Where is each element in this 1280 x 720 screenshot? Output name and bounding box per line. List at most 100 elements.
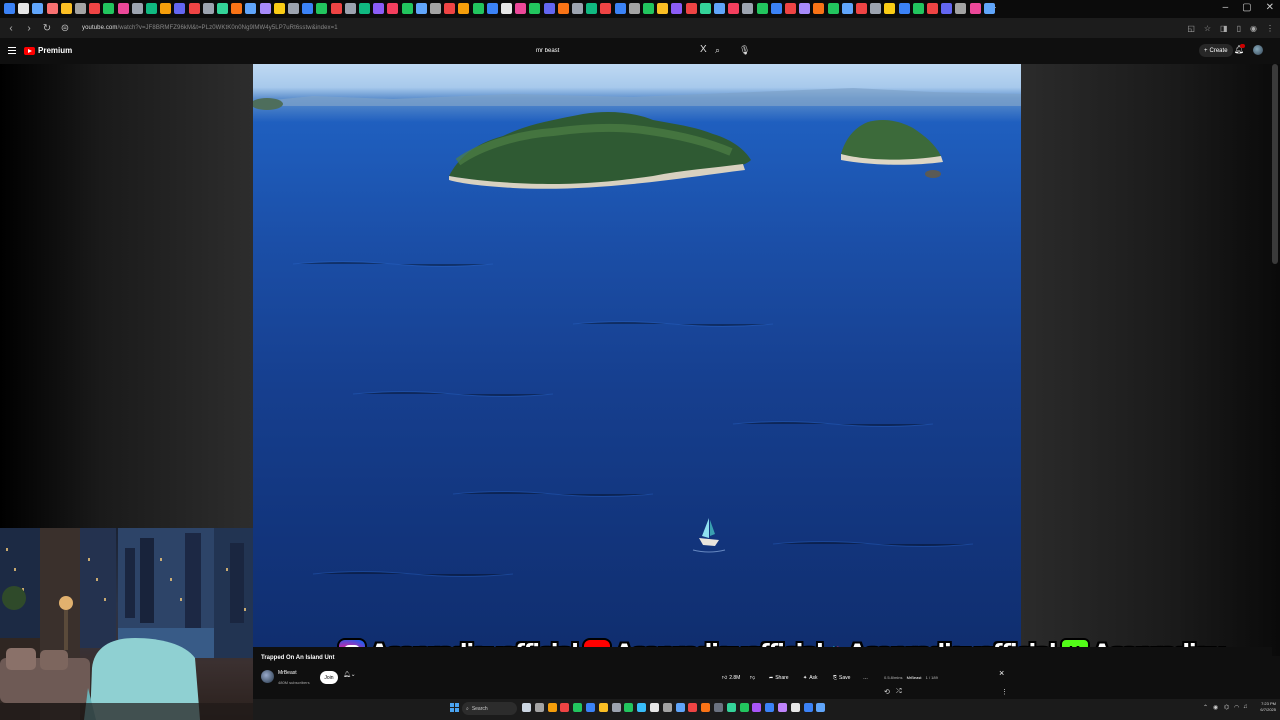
browser-tab[interactable]	[117, 3, 129, 14]
taskbar-app-icon[interactable]	[803, 703, 813, 712]
extension-icon[interactable]: ◨	[1220, 24, 1228, 33]
taskbar-app-icon[interactable]	[560, 703, 570, 712]
browser-tab[interactable]	[472, 3, 484, 14]
taskbar-app-icon[interactable]	[573, 703, 583, 712]
ask-button[interactable]: ✦ Ask	[803, 671, 818, 684]
close-miniplayer-button[interactable]: ×	[999, 668, 1004, 678]
tray-network-icon[interactable]: ⌬	[1224, 704, 1229, 711]
taskbar-app-icon[interactable]	[752, 703, 762, 712]
youtube-logo[interactable]: Premium	[24, 46, 72, 55]
cast-icon[interactable]: ◱	[1187, 24, 1195, 33]
browser-tab[interactable]	[46, 3, 58, 14]
browser-tab[interactable]	[600, 3, 612, 14]
taskbar-app-icon[interactable]	[611, 703, 621, 712]
browser-tab[interactable]	[188, 3, 200, 14]
browser-menu-icon[interactable]: ⋮	[1266, 24, 1274, 33]
microphone-icon[interactable]: 🎙︎	[739, 45, 750, 56]
taskbar-app-icon[interactable]	[816, 703, 826, 712]
browser-tab[interactable]	[373, 3, 385, 14]
browser-tab[interactable]	[160, 3, 172, 14]
tray-app-icon[interactable]: ◉	[1213, 704, 1218, 711]
browser-tab[interactable]	[586, 3, 598, 14]
playlist-menu-icon[interactable]: ⋮	[1001, 688, 1008, 696]
browser-tab[interactable]	[927, 3, 938, 14]
taskbar-app-icon[interactable]	[637, 703, 647, 712]
windows-start-icon[interactable]	[450, 703, 459, 712]
url-field[interactable]: youtube.com /watch?v=JF8BRMFZ96kM&t=PLz0…	[78, 21, 1179, 35]
browser-tab[interactable]	[387, 3, 399, 14]
video-player[interactable]	[253, 64, 1021, 647]
browser-tab[interactable]	[430, 3, 441, 14]
taskbar-app-icon[interactable]	[688, 703, 698, 712]
browser-tab[interactable]	[813, 3, 825, 14]
browser-tab[interactable]	[458, 3, 470, 14]
shuffle-icon[interactable]: ⤮	[896, 688, 902, 696]
minimize-button[interactable]: –	[1223, 2, 1229, 13]
browser-tab[interactable]	[359, 3, 370, 14]
browser-tab[interactable]	[231, 3, 243, 14]
browser-tab[interactable]	[174, 3, 186, 14]
hamburger-menu-icon[interactable]	[8, 47, 16, 54]
browser-tab[interactable]	[245, 3, 257, 14]
browser-tab[interactable]	[969, 3, 981, 14]
browser-tab[interactable]	[628, 3, 640, 14]
taskbar-clock[interactable]: 7:23 PM 6/7/2025	[1250, 701, 1276, 713]
taskbar-app-icon[interactable]	[765, 703, 775, 712]
browser-tab[interactable]	[302, 3, 314, 14]
taskbar-app-icon[interactable]	[739, 703, 749, 712]
browser-tab[interactable]	[103, 3, 115, 14]
more-actions-button[interactable]: …	[863, 671, 868, 684]
browser-tab[interactable]	[983, 3, 995, 14]
subscribed-bell-icon[interactable]: 🔔︎⌄	[343, 671, 356, 678]
browser-tab[interactable]	[941, 3, 953, 14]
browser-tab[interactable]	[884, 3, 896, 14]
browser-tab[interactable]	[217, 3, 228, 14]
tray-wifi-icon[interactable]: ◠	[1234, 704, 1239, 711]
browser-tab[interactable]	[330, 3, 342, 14]
create-button[interactable]: + Create	[1199, 44, 1233, 57]
browser-tab[interactable]	[856, 3, 867, 14]
taskbar-app-icon[interactable]	[790, 703, 800, 712]
search-icon[interactable]: ⌕	[715, 45, 720, 56]
channel-name[interactable]: MrBeast	[278, 670, 297, 676]
browser-tab[interactable]	[657, 3, 669, 14]
sidebar-icon[interactable]: ▯	[1237, 24, 1241, 33]
taskbar-app-icon[interactable]	[726, 703, 736, 712]
browser-tab[interactable]	[685, 3, 697, 14]
browser-tab[interactable]	[288, 3, 299, 14]
site-info-icon[interactable]: ⊜	[60, 23, 70, 34]
back-icon[interactable]: ‹	[6, 23, 16, 34]
browser-tab[interactable]	[529, 3, 541, 14]
browser-tab[interactable]	[131, 3, 143, 14]
search-input[interactable]	[530, 48, 690, 54]
taskbar-app-icon[interactable]	[650, 703, 659, 712]
browser-tab[interactable]	[501, 3, 512, 14]
browser-tab[interactable]	[728, 3, 740, 14]
join-button[interactable]: Join	[320, 671, 338, 684]
taskbar-app-icon[interactable]	[547, 703, 557, 712]
account-avatar[interactable]	[1253, 45, 1263, 55]
browser-tab[interactable]	[444, 3, 456, 14]
taskbar-app-icon[interactable]	[534, 703, 544, 712]
browser-tab[interactable]	[543, 3, 555, 14]
close-window-button[interactable]: ✕	[1266, 2, 1274, 13]
page-scrollbar[interactable]	[1272, 64, 1278, 264]
profile-icon[interactable]: ◉	[1250, 24, 1257, 33]
taskbar-app-icon[interactable]	[701, 703, 711, 712]
browser-tab[interactable]	[344, 3, 356, 14]
browser-tab[interactable]	[699, 3, 711, 14]
browser-tab[interactable]	[955, 3, 967, 14]
reload-icon[interactable]: ↻	[42, 23, 52, 34]
search-clear-button[interactable]: X	[700, 44, 707, 55]
browser-tab[interactable]	[785, 3, 796, 14]
browser-tab[interactable]	[486, 3, 498, 14]
browser-tab[interactable]	[415, 3, 427, 14]
browser-tab[interactable]	[4, 3, 15, 14]
browser-tab[interactable]	[671, 3, 683, 14]
browser-tab[interactable]	[572, 3, 583, 14]
like-button[interactable]: 👍︎ 2.8M	[722, 671, 740, 684]
bookmark-star-icon[interactable]: ☆	[1204, 24, 1211, 33]
browser-tab[interactable]	[146, 3, 157, 14]
browser-tab[interactable]	[202, 3, 214, 14]
browser-tab[interactable]	[259, 3, 271, 14]
